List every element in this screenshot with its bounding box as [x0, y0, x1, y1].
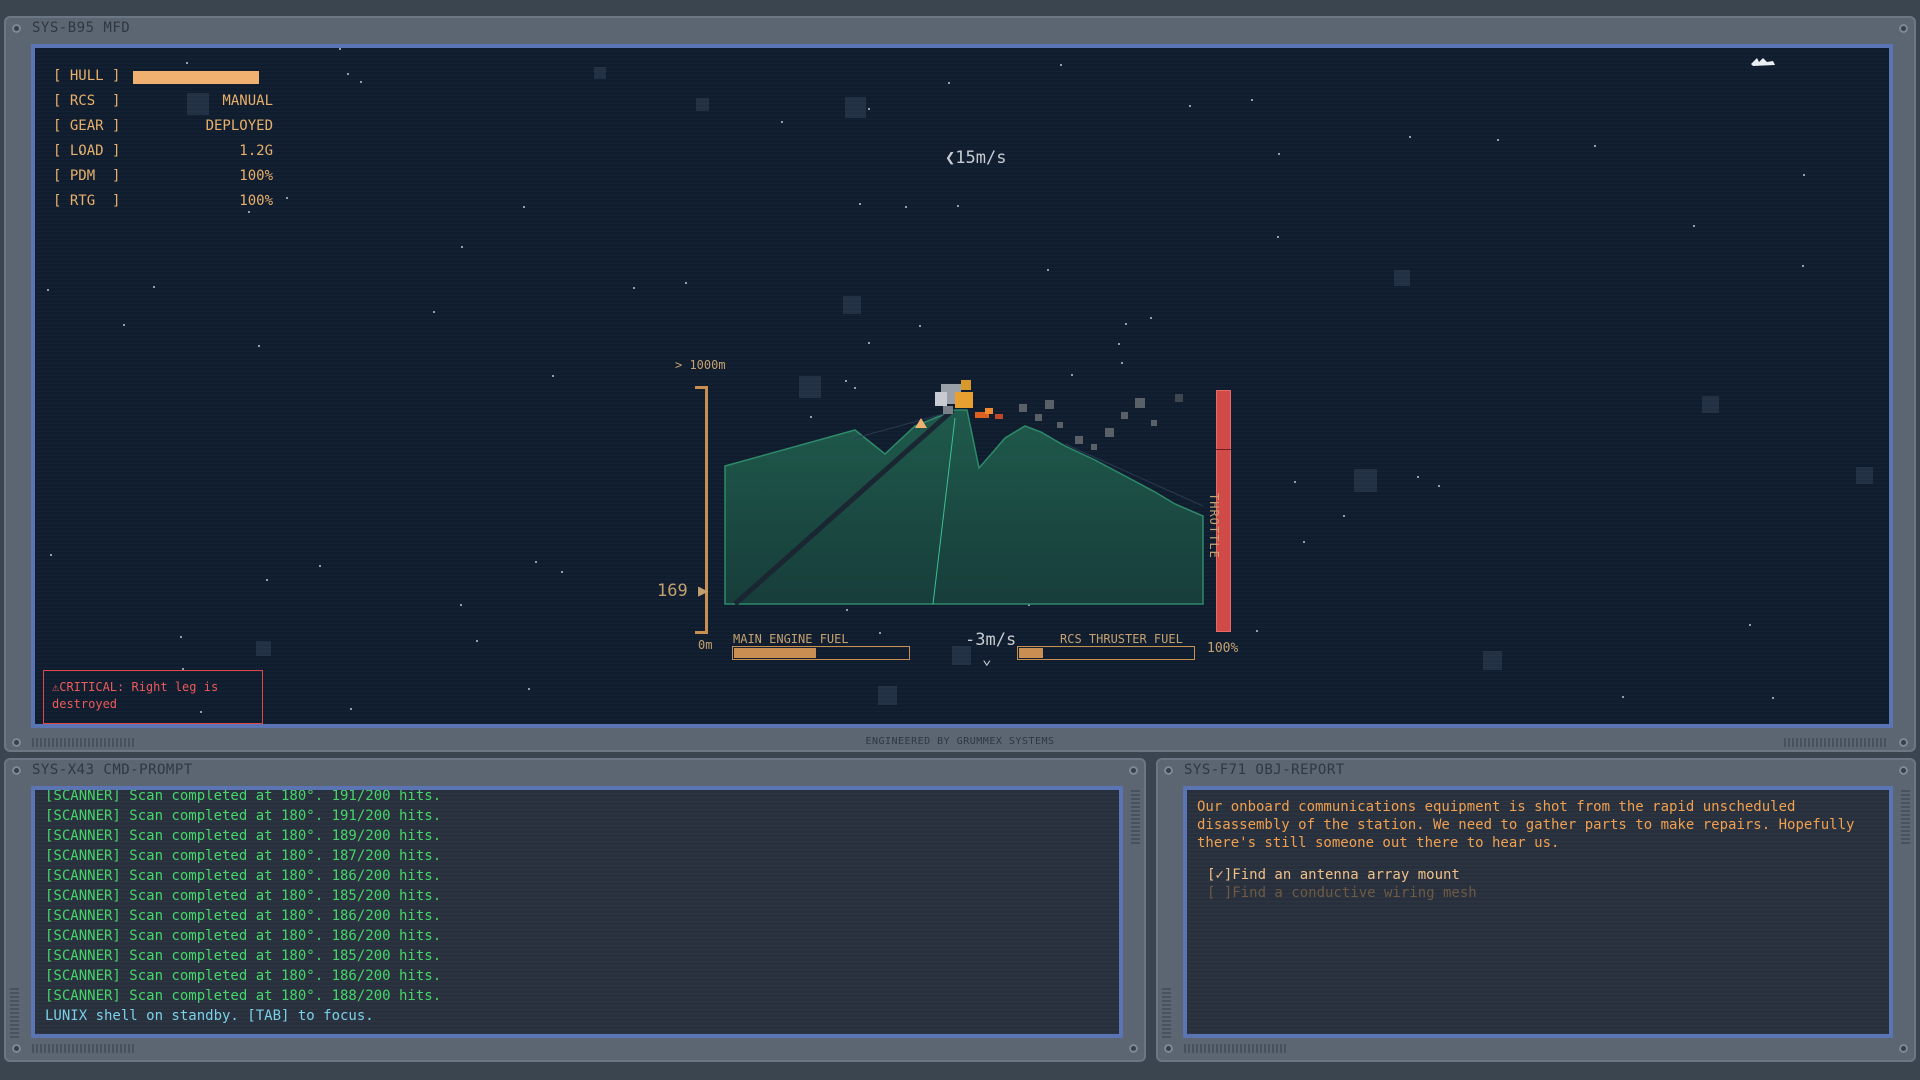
- mfd-panel: SYS-B95 MFD ENGINEERED BY GRUMMEX SYSTEM…: [4, 16, 1916, 752]
- screw-icon: [12, 1044, 21, 1053]
- altitude-scale-cap: [695, 386, 707, 389]
- terminal-screen[interactable]: [SCANNER] Scan completed at 180°. 191/20…: [31, 786, 1123, 1038]
- vent-grille: [1184, 1044, 1288, 1053]
- log-line: [SCANNER] Scan completed at 180°. 186/20…: [45, 868, 442, 884]
- screw-icon: [1129, 766, 1138, 775]
- shell-standby-line: LUNIX shell on standby. [TAB] to focus.: [45, 1008, 374, 1024]
- rcs-thruster-fuel-bar: [1017, 646, 1195, 660]
- log-line: [SCANNER] Scan completed at 180°. 187/20…: [45, 848, 442, 864]
- altitude-pointer-icon: ▶: [697, 581, 709, 601]
- screw-icon: [1129, 1044, 1138, 1053]
- altitude-max-label: > 1000m: [675, 358, 726, 372]
- log-line: [SCANNER] Scan completed at 180°. 185/20…: [45, 888, 442, 904]
- log-line: [SCANNER] Scan completed at 180°. 186/20…: [45, 968, 442, 984]
- vent-grille: [1162, 986, 1171, 1038]
- vertical-speed-value: -3m/s: [965, 630, 1017, 650]
- rcs-thruster-fuel-label: RCS THRUSTER FUEL: [1060, 632, 1183, 646]
- screw-icon: [1164, 1044, 1173, 1053]
- screw-icon: [12, 24, 21, 33]
- throttle-label: THROTTLE: [1207, 493, 1221, 559]
- log-line: [SCANNER] Scan completed at 180°. 189/20…: [45, 828, 442, 844]
- vent-grille: [1901, 788, 1910, 844]
- panel-title: SYS-B95 MFD: [32, 20, 131, 36]
- screw-icon: [12, 766, 21, 775]
- terrain-view: [724, 380, 1204, 606]
- mfd-screen: [ HULL ] [ RCS ] MANUAL [ GEAR ] DEPLOYE…: [31, 44, 1893, 728]
- vent-grille: [10, 986, 19, 1038]
- throttle-tick: [1216, 449, 1231, 450]
- objective-item: [ ]Find a conductive wiring mesh: [1207, 885, 1477, 901]
- log-line: [SCANNER] Scan completed at 180°. 188/20…: [45, 988, 442, 1004]
- panel-title: SYS-F71 OBJ-REPORT: [1184, 762, 1345, 778]
- screw-icon: [1899, 24, 1908, 33]
- critical-alert: ⚠CRITICAL: Right leg is destroyed: [43, 670, 263, 724]
- vent-grille: [32, 1044, 136, 1053]
- panel-title: SYS-X43 CMD-PROMPT: [32, 762, 193, 778]
- obj-report-panel: SYS-F71 OBJ-REPORT Our onboard communica…: [1156, 758, 1916, 1062]
- altitude-scale-cap: [695, 631, 707, 634]
- signal-glyph-icon: [1751, 58, 1775, 66]
- lander-icon: [935, 380, 1003, 419]
- screw-icon: [1899, 766, 1908, 775]
- main-engine-fuel-bar: [732, 646, 910, 660]
- objective-screen: Our onboard communications equipment is …: [1183, 786, 1893, 1038]
- vent-grille: [1131, 788, 1140, 844]
- log-line: [SCANNER] Scan completed at 180°. 191/20…: [45, 788, 442, 804]
- objective-item: [✓]Find an antenna array mount: [1207, 867, 1460, 883]
- throttle-percent: 100%: [1207, 641, 1239, 656]
- log-line: [SCANNER] Scan completed at 180°. 191/20…: [45, 808, 442, 824]
- cmd-prompt-panel: SYS-X43 CMD-PROMPT [SCANNER] Scan comple…: [4, 758, 1146, 1062]
- main-engine-fuel-fill: [734, 648, 816, 658]
- rcs-thruster-fuel-fill: [1019, 648, 1044, 658]
- altitude-value: 169: [657, 581, 688, 601]
- objective-briefing: Our onboard communications equipment is …: [1197, 799, 1855, 851]
- objective-list: [✓]Find an antenna array mount [ ]Find a…: [1207, 866, 1477, 902]
- altitude-min-label: 0m: [698, 638, 713, 652]
- terrain-silhouette: [724, 409, 1204, 605]
- screw-icon: [1164, 766, 1173, 775]
- chevron-down-icon: ⌄: [982, 649, 992, 668]
- manufacturer-label: ENGINEERED BY GRUMMEX SYSTEMS: [865, 736, 1055, 747]
- terminal-log: [SCANNER] Scan completed at 180°. 191/20…: [45, 788, 442, 1026]
- log-line: [SCANNER] Scan completed at 180°. 186/20…: [45, 928, 442, 944]
- main-engine-fuel-label: MAIN ENGINE FUEL: [733, 632, 849, 646]
- screw-icon: [1899, 1044, 1908, 1053]
- log-line: [SCANNER] Scan completed at 180°. 186/20…: [45, 908, 442, 924]
- log-line: [SCANNER] Scan completed at 180°. 185/20…: [45, 948, 442, 964]
- altitude-readout: 169 ▶: [657, 581, 708, 601]
